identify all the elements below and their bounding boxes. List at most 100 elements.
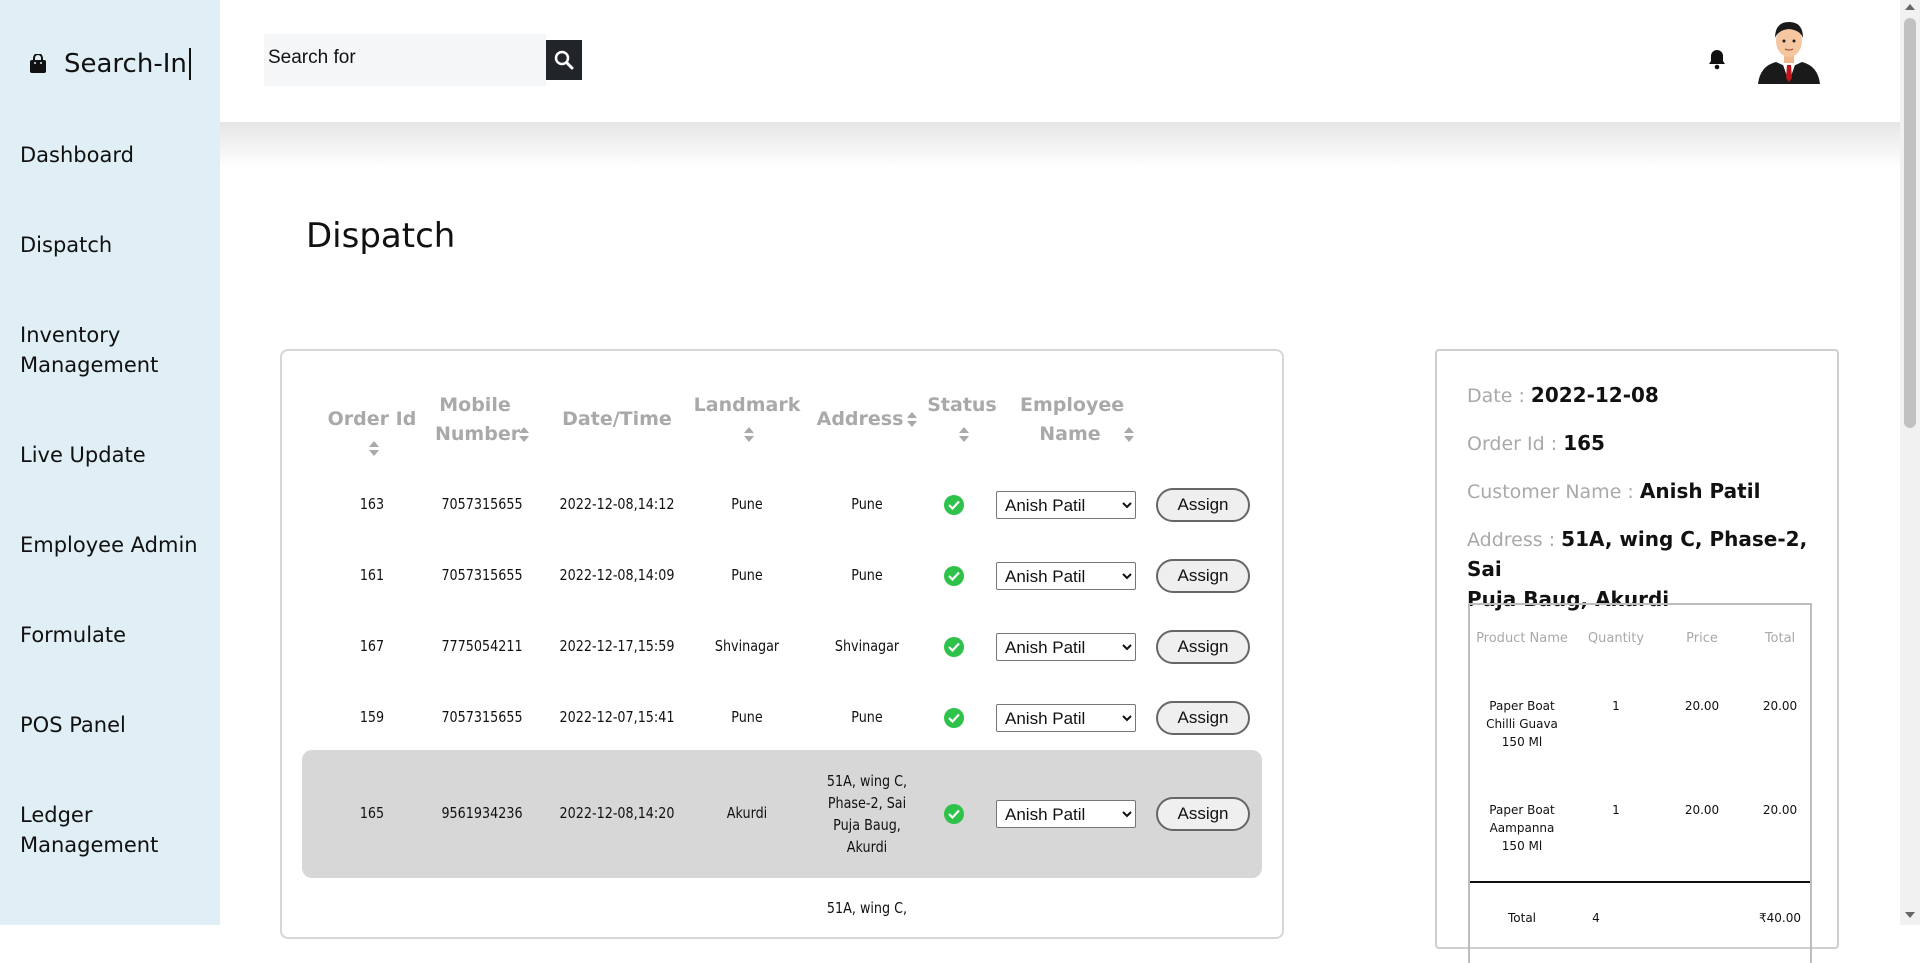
mobile-number: 7057315655 (441, 708, 523, 726)
scroll-thumb[interactable] (1904, 18, 1916, 428)
order-id: 161 (359, 566, 385, 584)
items-total-amount: ₹40.00 (1759, 911, 1801, 925)
order-id: 165 (359, 804, 385, 822)
order-detail-card: Date : 2022-12-08 Order Id : 165 Custome… (1435, 349, 1839, 963)
address-line: 51A, wing C, (826, 772, 908, 790)
employee-select[interactable]: Anish Patil (996, 800, 1136, 828)
employee-select[interactable]: Anish Patil (996, 704, 1136, 732)
mobile-number: 9561934236 (441, 804, 523, 822)
col-header-mobile-number[interactable]: Mobile Number (422, 391, 542, 449)
mobile-number: 7057315655 (441, 566, 523, 584)
sidebar-item-live-update[interactable]: Live Update (20, 440, 210, 470)
address: Pune (851, 708, 883, 726)
col-header-label: Employee Name (1020, 394, 1125, 445)
assign-button[interactable]: Assign (1156, 488, 1250, 522)
col-header-date-time[interactable]: Date/Time (552, 405, 682, 434)
detail-order-id: Order Id : 165 (1467, 429, 1605, 459)
order-id: 167 (359, 637, 385, 655)
detail-date-value: 2022-12-08 (1530, 383, 1659, 407)
assign-button[interactable]: Assign (1156, 630, 1250, 664)
assign-button[interactable]: Assign (1156, 701, 1250, 735)
order-id: 159 (359, 708, 385, 726)
mobile-number: 7775054211 (441, 637, 523, 655)
landmark: Pune (731, 708, 763, 726)
header-divider (220, 122, 1900, 168)
address: 51A, wing C, Phase-2, Sai Puja Baug, Aku… (820, 770, 914, 858)
search-box (264, 34, 546, 86)
search-icon (554, 50, 574, 70)
col-header-order-id[interactable]: Order Id (322, 405, 422, 463)
sort-icon (907, 411, 918, 428)
col-header-label: Landmark (693, 394, 801, 416)
employee-select[interactable]: Anish Patil (996, 562, 1136, 590)
table-row[interactable]: 167 7775054211 2022-12-17,15:59 Shvinaga… (282, 627, 1286, 667)
sidebar-item-ledger-management[interactable]: Ledger Management (20, 800, 210, 860)
address: Pune (851, 566, 883, 584)
date-time: 2022-12-08,14:12 (559, 495, 675, 513)
detail-address-label: Address : (1467, 529, 1562, 551)
col-header-address[interactable]: Address (812, 405, 922, 434)
address-line: Phase-2, Sai (827, 794, 907, 812)
item-name-line: Paper Boat (1489, 699, 1555, 713)
item-name-line: 150 Ml (1501, 839, 1543, 853)
sidebar-item-inventory-management[interactable]: Inventory Management (20, 320, 210, 380)
detail-date-label: Date : (1467, 385, 1531, 407)
mobile-number: 7057315655 (441, 495, 523, 513)
sort-icon (1124, 426, 1134, 443)
items-divider (1470, 881, 1810, 883)
items-col-quantity: Quantity (1587, 631, 1645, 646)
sidebar: Search-In Dashboard Dispatch Inventory M… (0, 0, 220, 925)
scroll-up-icon[interactable] (1905, 4, 1915, 10)
item-name-line: Chilli Guava (1486, 717, 1558, 731)
item-name-line: Paper Boat (1489, 803, 1555, 817)
landmark: Akurdi (726, 804, 768, 822)
address: Pune (851, 495, 883, 513)
assign-button[interactable]: Assign (1156, 797, 1250, 831)
address-line: Akurdi (846, 838, 888, 856)
order-items-table: Product Name Quantity Price Total Paper … (1468, 603, 1812, 963)
employee-select[interactable]: Anish Patil (996, 633, 1136, 661)
sidebar-item-dispatch[interactable]: Dispatch (20, 230, 210, 260)
scroll-down-icon[interactable] (1905, 912, 1915, 918)
col-header-employee-name[interactable]: Employee Name (1007, 391, 1147, 449)
sidebar-item-employee-admin[interactable]: Employee Admin (20, 530, 210, 560)
sort-icon (959, 426, 969, 443)
orders-table: Order Id Mobile Number Date/Time Landmar… (280, 349, 1284, 939)
search-input[interactable] (268, 40, 538, 76)
col-header-status[interactable]: Status (922, 391, 1002, 449)
search-button[interactable] (546, 40, 582, 80)
detail-order-id-value: 165 (1563, 431, 1605, 455)
page-title: Dispatch (306, 216, 456, 256)
item-qty: 1 (1612, 803, 1620, 817)
table-row-selected[interactable]: 165 9561934236 2022-12-08,14:20 Akurdi 5… (282, 750, 1286, 878)
item-name: Paper Boat Chilli Guava 150 Ml (1472, 697, 1572, 751)
table-row[interactable]: 159 7057315655 2022-12-07,15:41 Pune Pun… (282, 698, 1286, 738)
sidebar-item-dashboard[interactable]: Dashboard (20, 140, 210, 170)
col-header-label: Address (816, 408, 904, 430)
col-header-landmark[interactable]: Landmark (692, 391, 802, 449)
page-scrollbar[interactable] (1900, 0, 1920, 925)
item-price: 20.00 (1684, 699, 1720, 713)
table-row[interactable]: 161 7057315655 2022-12-08,14:09 Pune Pun… (282, 556, 1286, 596)
date-time: 2022-12-07,15:41 (559, 708, 675, 726)
address: 51A, wing C, (826, 899, 908, 917)
table-row[interactable]: 163 7057315655 2022-12-08,14:12 Pune Pun… (282, 485, 1286, 525)
items-total-qty: 4 (1592, 911, 1600, 925)
brand[interactable]: Search-In (28, 48, 191, 80)
item-total: 20.00 (1762, 699, 1798, 713)
status-check-icon (944, 495, 964, 515)
item-name: Paper Boat Aampanna 150 Ml (1472, 801, 1572, 855)
user-avatar[interactable] (1756, 16, 1822, 84)
assign-button[interactable]: Assign (1156, 559, 1250, 593)
detail-customer: Customer Name : Anish Patil (1467, 477, 1760, 507)
sidebar-item-formulate[interactable]: Formulate (20, 620, 210, 650)
detail-address: Address : 51A, wing C, Phase-2, Sai Puja… (1467, 525, 1817, 615)
item-price: 20.00 (1684, 803, 1720, 817)
address: Shvinagar (834, 637, 900, 655)
items-col-price: Price (1686, 631, 1718, 646)
bell-icon[interactable] (1707, 48, 1729, 72)
order-id: 163 (359, 495, 385, 513)
sidebar-item-pos-panel[interactable]: POS Panel (20, 710, 210, 740)
employee-select[interactable]: Anish Patil (996, 491, 1136, 519)
items-total-label: Total (1507, 911, 1537, 925)
